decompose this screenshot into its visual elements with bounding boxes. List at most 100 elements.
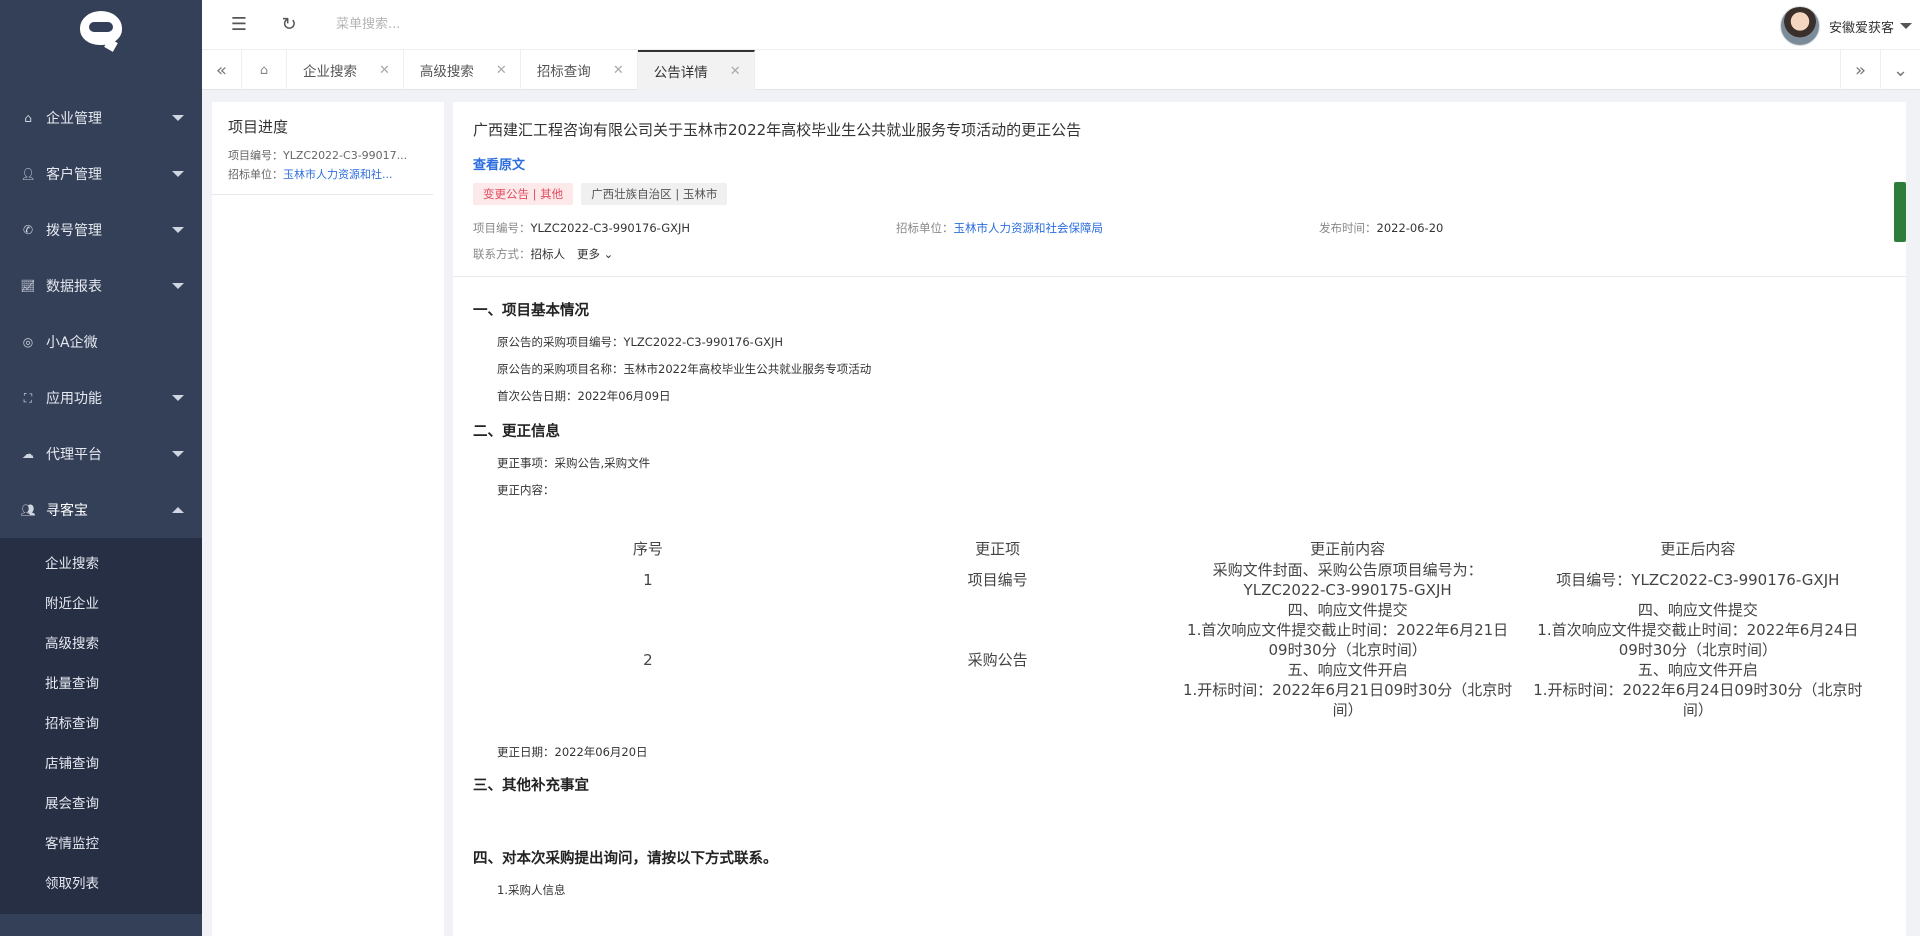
paragraph: 更正内容： [497, 483, 555, 497]
table-cell: 项目编号：YLZC2022-C3-990176-GXJH [1556, 571, 1840, 589]
column-header: 更正项 [975, 539, 1021, 558]
submenu-item-batch-query[interactable]: 批量查询 [0, 664, 202, 704]
submenu-item-advanced-search[interactable]: 高级搜索 [0, 624, 202, 664]
submenu-item-shop-query[interactable]: 店铺查询 [0, 744, 202, 784]
sidebar-item-agent[interactable]: ☁ 代理平台 [0, 426, 202, 482]
paragraph: 更正日期：2022年06月20日 [497, 745, 648, 759]
sidebar-item-label: 代理平台 [46, 447, 102, 463]
tabs-dropdown-icon[interactable]: ⌄ [1880, 50, 1920, 90]
table-cell: 2 [643, 651, 653, 669]
chevron-down-icon [172, 395, 184, 401]
contact-row: 联系方式： 招标人 更多 ⌄ [473, 246, 1886, 262]
region-tag: 广西壮族自治区 | 玉林市 [581, 183, 728, 205]
submenu-item-nearby[interactable]: 附近企业 [0, 584, 202, 624]
meta-publish-date: 发布时间：2022-06-20 [1319, 220, 1742, 236]
table-cell: 采购文件封面、采购公告原项目编号为：YLZC2022-C3-990175-GXJ… [1212, 561, 1483, 599]
sidebar-item-label: 寻客宝 [46, 503, 88, 519]
contact-value: 招标人 [530, 247, 566, 261]
sidebar-item-wecom[interactable]: ◎ 小A企微 [0, 314, 202, 370]
meta-label: 招标单位： [896, 221, 954, 235]
phone-icon: ✆ [22, 223, 34, 237]
paragraph: 首次公告日期：2022年06月09日 [497, 389, 671, 403]
project-progress-card[interactable]: 项目进度 项目编号：YLZC2022-C3-99017... 招标单位：玉林市人… [212, 102, 433, 195]
meta-label: 发布时间： [1319, 221, 1377, 235]
tabs-scroll-right-icon[interactable]: » [1840, 50, 1880, 90]
refresh-icon[interactable]: ↻ [276, 12, 302, 38]
tab-advanced-search[interactable]: 高级搜索 ✕ [404, 50, 521, 90]
chevron-down-icon [172, 227, 184, 233]
table-row: 1 项目编号 采购文件封面、采购公告原项目编号为：YLZC2022-C3-990… [473, 560, 1873, 600]
scrollbar-thumb[interactable] [1894, 182, 1906, 242]
sidebar-item-label: 客户管理 [46, 167, 102, 183]
sidebar-item-xunkebao[interactable]: 👥︎ 寻客宝 [0, 482, 202, 538]
sidebar-item-label: 企业管理 [46, 111, 102, 127]
table-cell: 项目编号 [967, 571, 1028, 589]
notice-title: 广西建汇工程咨询有限公司关于玉林市2022年高校毕业生公共就业服务专项活动的更正… [473, 121, 1082, 139]
paragraph: 更正事项：采购公告,采购文件 [497, 456, 651, 470]
close-icon[interactable]: ✕ [730, 64, 741, 79]
table-cell: 四、响应文件提交 1.首次响应文件提交截止时间：2022年6月24日09时30分… [1533, 601, 1863, 719]
submenu-item-enterprise-search[interactable]: 企业搜索 [0, 544, 202, 584]
home-tab-icon[interactable]: ⌂ [242, 50, 287, 90]
close-icon[interactable]: ✕ [379, 63, 390, 78]
bid-unit-link[interactable]: 玉林市人力资源和社... [283, 168, 393, 181]
sidebar-item-apps[interactable]: ⛶ 应用功能 [0, 370, 202, 426]
more-dropdown[interactable]: 更多 ⌄ [577, 246, 613, 262]
section-heading-3: 三、其他补充事宜 [473, 778, 589, 794]
table-row: 2 采购公告 四、响应文件提交 1.首次响应文件提交截止时间：2022年6月21… [473, 600, 1873, 720]
tab-label: 公告详情 [653, 65, 708, 81]
sidebar-item-label: 应用功能 [46, 391, 102, 407]
meta-value: YLZC2022-C3-990176-GXJH [530, 221, 691, 235]
project-no-label: 项目编号： [228, 149, 283, 162]
table-cell: 采购公告 [967, 651, 1028, 669]
menu-search-input[interactable] [336, 9, 596, 40]
column-header: 序号 [632, 539, 663, 558]
notice-type-tag: 变更公告 | 其他 [473, 183, 574, 205]
correction-table: 序号 更正项 更正前内容 更正后内容 1 项目编号 采购文件封面、采购公告原项目… [473, 536, 1873, 720]
notice-meta: 项目编号：YLZC2022-C3-990176-GXJH 招标单位：玉林市人力资… [473, 220, 1886, 236]
sidebar-item-customers[interactable]: 👤︎ 客户管理 [0, 146, 202, 202]
sidebar-item-reports[interactable]: 📈︎ 数据报表 [0, 258, 202, 314]
notice-header: 广西建汇工程咨询有限公司关于玉林市2022年高校毕业生公共就业服务专项活动的更正… [453, 102, 1906, 277]
tab-label: 企业搜索 [303, 64, 357, 80]
project-no-value: YLZC2022-C3-99017... [283, 149, 408, 162]
sidebar-item-label: 拨号管理 [46, 223, 102, 239]
user-menu[interactable]: 安徽爱获客 [1779, 6, 1912, 46]
contact-label: 联系方式： [473, 247, 531, 261]
chevron-down-icon [172, 451, 184, 457]
sidebar-item-dial[interactable]: ✆ 拨号管理 [0, 202, 202, 258]
submenu-item-bid-query[interactable]: 招标查询 [0, 704, 202, 744]
view-original-link[interactable]: 查看原文 [473, 154, 525, 173]
avatar [1779, 6, 1820, 46]
submenu-item-monitor[interactable]: 客情监控 [0, 824, 202, 864]
bid-unit-link[interactable]: 玉林市人力资源和社会保障局 [954, 221, 1104, 235]
project-progress-panel: 项目进度 项目编号：YLZC2022-C3-99017... 招标单位：玉林市人… [212, 102, 444, 936]
sidebar: ⌂ 企业管理 👤︎ 客户管理 ✆ 拨号管理 📈︎ 数据报表 ◎ 小A企微 ⛶ 应… [0, 0, 202, 936]
tab-enterprise-search[interactable]: 企业搜索 ✕ [287, 50, 404, 90]
tab-bid-query[interactable]: 招标查询 ✕ [521, 50, 638, 90]
section-heading-2: 二、更正信息 [473, 424, 560, 440]
tab-notice-detail[interactable]: 公告详情 ✕ [637, 50, 755, 90]
submenu-item-claim-list[interactable]: 领取列表 [0, 864, 202, 904]
notice-detail-panel: 广西建汇工程咨询有限公司关于玉林市2022年高校毕业生公共就业服务专项活动的更正… [453, 102, 1906, 936]
chevron-down-icon [172, 115, 184, 121]
app-logo[interactable] [0, 0, 202, 56]
tabs-right-controls: » ⌄ [1840, 50, 1920, 90]
sidebar-item-enterprise[interactable]: ⌂ 企业管理 [0, 90, 202, 146]
tabs-scroll-left-icon[interactable]: « [202, 50, 242, 90]
user-name: 安徽爱获客 [1828, 20, 1894, 36]
close-icon[interactable]: ✕ [496, 63, 507, 78]
chart-icon: 📈︎ [20, 279, 36, 293]
chevron-down-icon [172, 171, 184, 177]
user-icon: 👤︎ [20, 167, 36, 181]
close-icon[interactable]: ✕ [613, 63, 624, 78]
submenu-item-expo-query[interactable]: 展会查询 [0, 784, 202, 824]
top-bar: ☰ ↻ 安徽爱获客 [202, 0, 1920, 50]
column-header: 更正前内容 [1310, 539, 1386, 558]
meta-bid-unit: 招标单位：玉林市人力资源和社会保障局 [896, 220, 1319, 236]
logo-icon [80, 11, 122, 45]
collapse-menu-icon[interactable]: ☰ [226, 12, 252, 38]
notice-content: 一、项目基本情况 原公告的采购项目编号：YLZC2022-C3-990176-G… [453, 277, 1906, 898]
sidebar-menu: ⌂ 企业管理 👤︎ 客户管理 ✆ 拨号管理 📈︎ 数据报表 ◎ 小A企微 ⛶ 应… [0, 90, 202, 914]
sidebar-item-label: 数据报表 [46, 279, 102, 295]
